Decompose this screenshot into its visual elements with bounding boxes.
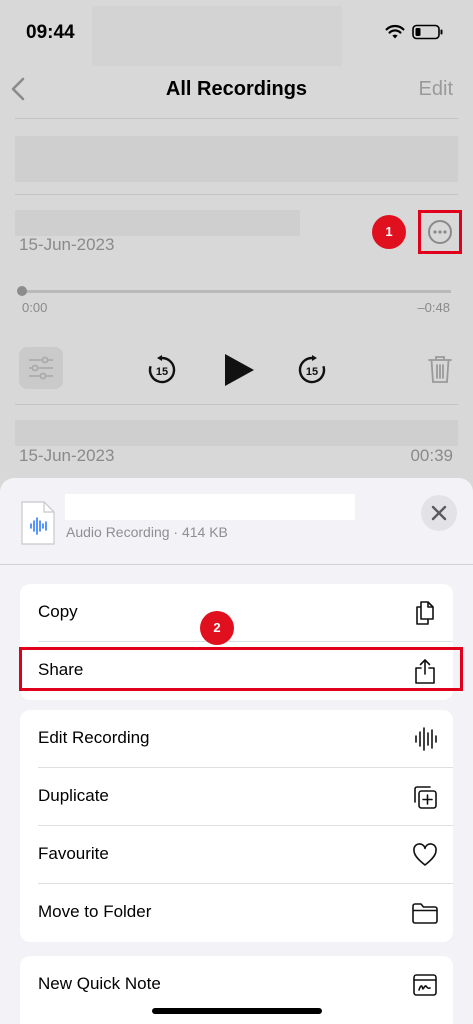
step-marker-1: 1 [372,215,406,249]
remaining-time: –0:48 [417,300,450,315]
skip-back-button[interactable]: 15 [146,354,178,386]
recording-actions-sheet: Audio Recording · 414 KB Copy Share Edit… [0,478,473,1024]
skip-back-label: 15 [156,366,168,378]
options-sliders-button[interactable] [19,347,63,389]
wifi-icon [385,24,405,39]
divider [15,404,458,405]
menu-item-label: Move to Folder [38,902,152,921]
status-bar: 09:44 [0,0,473,66]
recording-info: Audio Recording · 414 KB [66,524,228,540]
menu-item-label: Duplicate [38,786,109,805]
recording-date: 15-Jun-2023 [19,235,115,254]
quick-note-icon [413,974,437,996]
skip-forward-label: 15 [306,366,318,378]
divider [0,564,473,565]
menu-item-label: Edit Recording [38,728,150,747]
menu-item-new-quick-note[interactable]: New Quick Note [20,956,453,1014]
divider [15,118,458,119]
audio-file-icon [21,501,55,545]
elapsed-time: 0:00 [22,300,48,315]
folder-icon [412,903,438,924]
recording-duration: 00:39 [410,446,453,465]
skip-forward-button[interactable]: 15 [296,354,328,386]
share-highlight-box [19,647,463,691]
status-time: 09:44 [26,22,75,43]
trash-icon [428,356,452,383]
play-button[interactable] [222,352,256,388]
scrubber-handle[interactable] [17,286,27,296]
close-button[interactable] [421,495,457,531]
more-options-button[interactable] [418,210,462,254]
duplicate-icon [414,786,437,809]
sliders-icon [29,356,53,380]
skip-forward-15-icon: 15 [298,355,326,384]
step-marker-2: 2 [200,611,234,645]
blurred-recording-title [15,136,458,182]
divider [15,194,458,195]
menu-item-edit-recording[interactable]: Edit Recording [20,710,453,768]
page-title: All Recordings [165,78,308,100]
menu-group-edit: Edit Recording Duplicate Favourite Move … [20,710,453,942]
navigation-bar: All Recordings Edit [0,70,473,110]
heart-icon [413,843,437,866]
recording-title-blurred [65,494,355,520]
delete-button[interactable] [427,354,453,384]
blurred-recording-title [15,420,458,446]
home-indicator[interactable] [152,1008,322,1014]
menu-item-favourite[interactable]: Favourite [20,826,453,884]
menu-item-label: Copy [38,602,78,621]
battery-icon [412,24,443,40]
play-icon [225,354,254,386]
menu-item-label: Favourite [38,844,109,863]
close-icon [431,505,447,521]
waveform-icon [415,727,437,751]
menu-item-copy[interactable]: Copy [20,584,453,642]
blurred-recording-title [15,210,300,236]
menu-item-label: New Quick Note [38,974,161,993]
ellipsis-circle-icon [428,220,452,244]
skip-back-15-icon: 15 [148,355,176,384]
copy-icon [416,601,434,625]
menu-item-duplicate[interactable]: Duplicate [20,768,453,826]
menu-item-move-to-folder[interactable]: Move to Folder [20,884,453,942]
status-bar-blur [92,6,342,66]
playback-scrubber[interactable] [21,290,451,293]
edit-button[interactable]: Edit [419,78,453,101]
recording-date: 15-Jun-2023 [19,446,115,465]
